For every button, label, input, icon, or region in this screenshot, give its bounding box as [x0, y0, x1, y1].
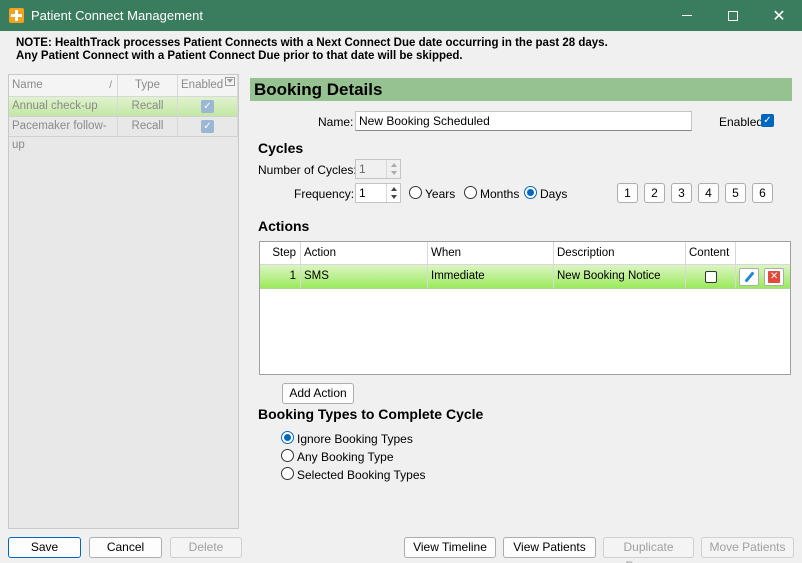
- view-timeline-button[interactable]: View Timeline: [404, 537, 496, 558]
- frequency-value: 1: [359, 186, 366, 200]
- header-action[interactable]: Action: [301, 242, 428, 264]
- booking-types-heading: Booking Types to Complete Cycle: [258, 406, 484, 422]
- radio-any-booking-type[interactable]: [281, 449, 294, 462]
- cancel-button[interactable]: Cancel: [89, 537, 162, 558]
- content-checkbox[interactable]: [704, 270, 717, 283]
- move-patients-button[interactable]: Move Patients: [701, 537, 794, 558]
- program-name: Pacemaker follow-up: [9, 117, 118, 151]
- preset-2-button[interactable]: 2: [644, 183, 665, 203]
- window-title: Patient Connect Management: [31, 8, 203, 23]
- header-description[interactable]: Description: [554, 242, 686, 264]
- table-row[interactable]: 1 SMS Immediate New Booking Notice: [260, 265, 790, 289]
- preset-5-button[interactable]: 5: [725, 183, 746, 203]
- frequency-label: Frequency:: [294, 187, 355, 201]
- spin-up-icon[interactable]: [391, 187, 397, 191]
- name-input[interactable]: New Booking Scheduled: [355, 111, 692, 131]
- years-label: Years: [425, 187, 456, 201]
- program-type: Recall: [118, 97, 178, 116]
- header-type[interactable]: Type: [118, 75, 178, 96]
- spin-up-icon[interactable]: [391, 163, 397, 167]
- number-of-cycles-label: Number of Cycles:: [258, 163, 357, 177]
- actions-table: Step Action When Description Content 1 S…: [259, 241, 791, 375]
- action-description: New Booking Notice: [554, 265, 686, 288]
- actions-table-header: Step Action When Description Content: [260, 242, 790, 265]
- frequency-stepper[interactable]: 1: [355, 183, 401, 203]
- enabled-checkbox[interactable]: ✓: [761, 114, 774, 127]
- sort-indicator-icon: /: [109, 80, 112, 91]
- title-bar: Patient Connect Management ✕: [0, 0, 802, 31]
- preset-3-button[interactable]: 3: [671, 183, 692, 203]
- any-booking-type-label: Any Booking Type: [297, 450, 394, 464]
- header-step[interactable]: Step: [260, 242, 301, 264]
- action-when: Immediate: [428, 265, 554, 288]
- minimize-icon: [682, 15, 692, 16]
- number-of-cycles-value: 1: [359, 162, 366, 176]
- preset-6-button[interactable]: 6: [752, 183, 773, 203]
- header-content[interactable]: Content: [686, 242, 736, 264]
- program-type: Recall: [118, 117, 178, 136]
- program-enabled-checkbox[interactable]: ✓: [201, 100, 214, 113]
- processing-note: NOTE: HealthTrack processes Patient Conn…: [16, 37, 608, 63]
- program-row[interactable]: Pacemaker follow-up Recall ✓: [9, 117, 238, 151]
- program-name: Annual check-up: [9, 97, 118, 116]
- minimize-button[interactable]: [664, 0, 710, 31]
- program-list-header: Name / Type Enabled: [9, 75, 238, 97]
- radio-days[interactable]: [524, 186, 537, 199]
- program-list: Name / Type Enabled Annual check-up Recal…: [8, 74, 239, 529]
- preset-4-button[interactable]: 4: [698, 183, 719, 203]
- delete-x-icon[interactable]: [764, 267, 784, 286]
- months-label: Months: [480, 187, 520, 201]
- ignore-booking-types-label: Ignore Booking Types: [297, 432, 413, 446]
- number-of-cycles-stepper[interactable]: 1: [355, 159, 401, 179]
- action-step: 1: [260, 265, 301, 288]
- add-action-button[interactable]: Add Action: [282, 383, 354, 404]
- program-enabled-checkbox[interactable]: ✓: [201, 120, 214, 133]
- radio-selected-booking-types[interactable]: [281, 467, 294, 480]
- maximize-button[interactable]: [710, 0, 756, 31]
- radio-years[interactable]: [409, 186, 422, 199]
- booking-details-header: Booking Details: [250, 78, 792, 101]
- app-cross-icon: [9, 8, 24, 23]
- note-line-1: NOTE: HealthTrack processes Patient Conn…: [16, 37, 608, 49]
- cycles-heading: Cycles: [258, 140, 304, 156]
- note-line-2: Any Patient Connect with a Patient Conne…: [16, 50, 463, 62]
- actions-heading: Actions: [258, 218, 310, 234]
- radio-ignore-booking-types[interactable]: [281, 431, 294, 444]
- radio-months[interactable]: [464, 186, 477, 199]
- save-button[interactable]: Save: [8, 537, 81, 558]
- name-label: Name:: [318, 115, 354, 129]
- selected-booking-types-label: Selected Booking Types: [297, 468, 426, 482]
- header-name[interactable]: Name /: [9, 75, 118, 96]
- edit-pencil-icon[interactable]: [739, 267, 759, 286]
- duplicate-program-button[interactable]: Duplicate Program: [603, 537, 694, 563]
- header-enabled[interactable]: Enabled: [178, 75, 238, 96]
- header-when[interactable]: When: [428, 242, 554, 264]
- filter-icon[interactable]: [225, 77, 235, 86]
- spin-down-icon[interactable]: [391, 171, 397, 175]
- close-button[interactable]: ✕: [756, 0, 802, 31]
- program-row[interactable]: Annual check-up Recall ✓: [9, 97, 238, 117]
- spin-down-icon[interactable]: [391, 195, 397, 199]
- view-patients-button[interactable]: View Patients: [503, 537, 596, 558]
- close-icon: ✕: [772, 7, 786, 25]
- preset-1-button[interactable]: 1: [617, 183, 638, 203]
- enabled-label: Enabled: [719, 115, 764, 129]
- maximize-icon: [728, 10, 738, 21]
- delete-button[interactable]: Delete: [170, 537, 242, 558]
- action-type: SMS: [301, 265, 428, 288]
- days-label: Days: [540, 187, 568, 201]
